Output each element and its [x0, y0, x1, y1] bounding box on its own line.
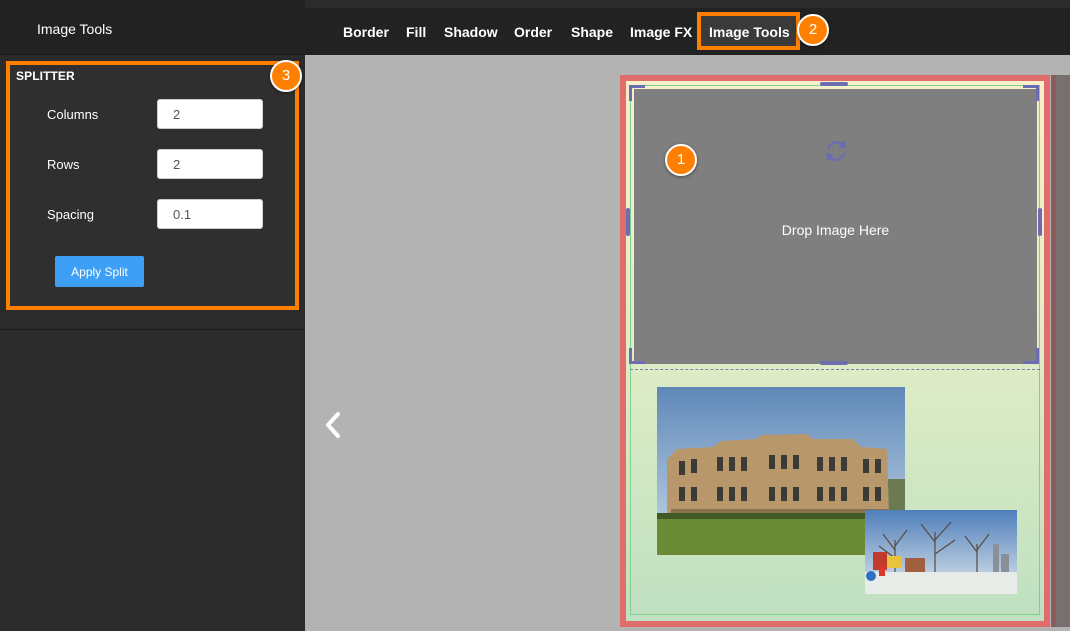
corner-handle-top-right-v[interactable] — [1036, 85, 1039, 101]
apply-split-button[interactable]: Apply Split — [55, 256, 144, 287]
menu-item-shape[interactable]: Shape — [571, 24, 613, 40]
splitter-title: SPLITTER — [16, 69, 75, 83]
drop-image-text: Drop Image Here — [781, 222, 890, 238]
menu-item-fill[interactable]: Fill — [406, 24, 426, 40]
corner-handle-bottom-left-v[interactable] — [629, 348, 632, 364]
columns-input[interactable] — [157, 99, 263, 129]
chevron-left-icon[interactable] — [323, 411, 343, 439]
corner-handle-top-left-v[interactable] — [629, 85, 632, 101]
edge-handle-right[interactable] — [1038, 208, 1042, 236]
edge-handle-left[interactable] — [626, 208, 630, 236]
refresh-icon[interactable] — [820, 137, 852, 165]
splitter-panel: SPLITTER Columns Rows Spacing Apply Spli… — [6, 61, 299, 310]
menu-item-order[interactable]: Order — [514, 24, 552, 40]
edge-handle-top[interactable] — [820, 82, 848, 86]
columns-label: Columns — [47, 107, 99, 122]
menu-item-image-tools[interactable]: Image Tools — [709, 24, 790, 40]
callout-badge-2: 2 — [797, 14, 829, 46]
canvas-area: Drop Image Here — [305, 55, 1070, 631]
playground-photo[interactable] — [865, 510, 1017, 594]
sidebar: Image Tools SPLITTER Columns Rows Spacin… — [0, 0, 305, 631]
callout-badge-1: 1 — [665, 144, 697, 176]
menu-item-border[interactable]: Border — [343, 24, 389, 40]
top-menu-bar: Border Fill Shadow Order Shape Image FX … — [305, 8, 1070, 55]
corner-handle-bottom-right-v[interactable] — [1036, 348, 1039, 364]
sidebar-title: Image Tools — [37, 21, 113, 37]
sidebar-divider — [0, 329, 305, 330]
callout-badge-3: 3 — [270, 60, 302, 92]
split-guide-line — [630, 369, 1040, 370]
menu-item-image-fx[interactable]: Image FX — [630, 24, 692, 40]
spacing-input[interactable] — [157, 199, 263, 229]
spacing-label: Spacing — [47, 207, 94, 222]
sidebar-header: Image Tools — [0, 0, 305, 55]
image-drop-zone[interactable]: Drop Image Here — [634, 89, 1037, 364]
edge-handle-bottom[interactable] — [820, 361, 848, 365]
menu-item-shadow[interactable]: Shadow — [444, 24, 498, 40]
rows-label: Rows — [47, 157, 80, 172]
rows-input[interactable] — [157, 149, 263, 179]
next-page-edge — [1051, 75, 1070, 627]
